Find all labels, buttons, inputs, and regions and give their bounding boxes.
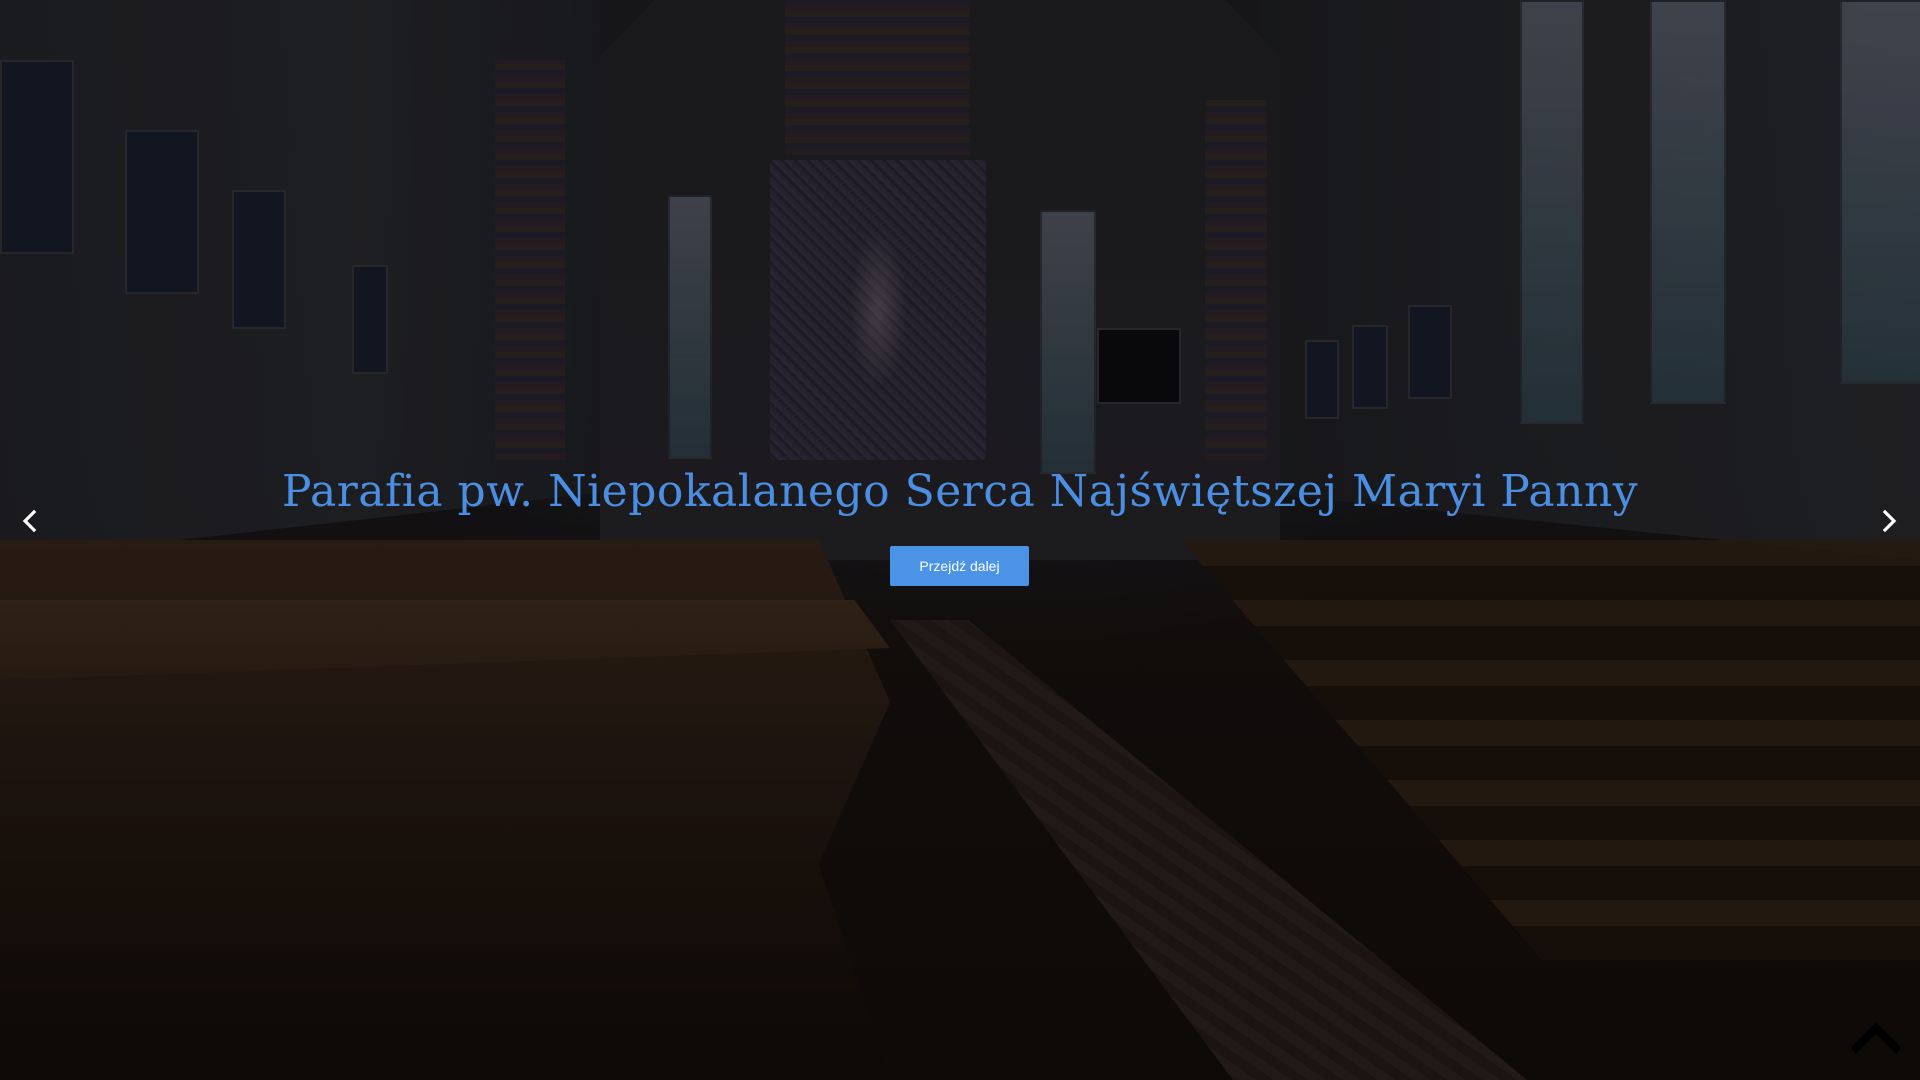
slider-prev-button[interactable] — [15, 506, 45, 536]
dark-overlay — [0, 0, 1920, 1080]
chevron-right-icon — [1882, 509, 1897, 533]
chevron-left-icon — [22, 509, 37, 533]
slider-next-button[interactable] — [1874, 506, 1904, 536]
hero-title: Parafia pw. Niepokalanego Serca Najświęt… — [281, 466, 1639, 517]
continue-button[interactable]: Przejdź dalej — [890, 546, 1029, 586]
hero-slider: Parafia pw. Niepokalanego Serca Najświęt… — [0, 0, 1920, 1080]
chevron-up-icon — [1852, 1022, 1900, 1054]
scroll-to-top-button[interactable] — [1852, 1020, 1900, 1054]
